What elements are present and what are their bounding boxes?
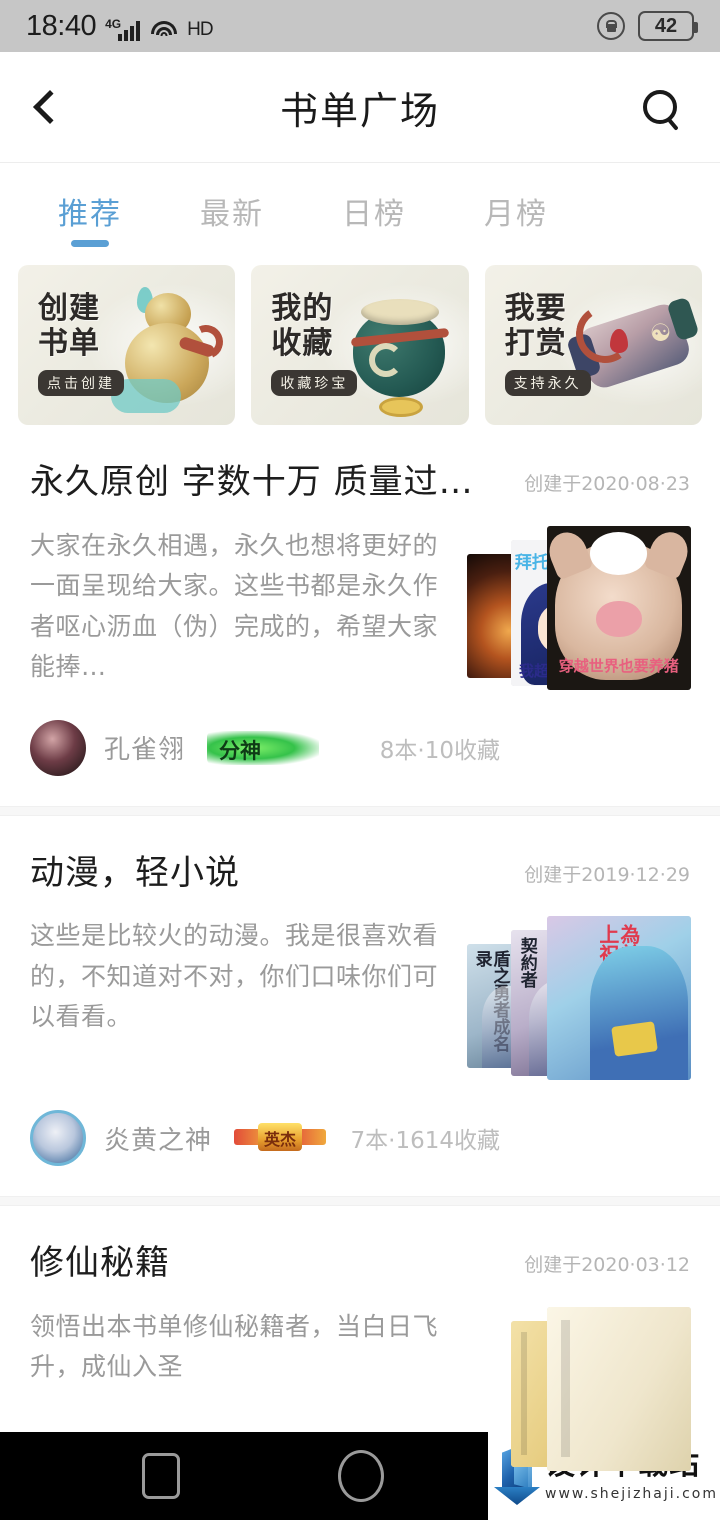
section-divider bbox=[0, 1196, 720, 1206]
app-header: 书单广场 bbox=[0, 52, 720, 162]
booklist-row[interactable]: 永久原创 字数十万 质量过… 创建于2020·08·23 大家在永久相遇，永久也… bbox=[0, 425, 720, 806]
thumbnail-caption-top: 拜托 bbox=[514, 553, 549, 574]
thumbnail-caption-bottom: 我超 bbox=[519, 662, 550, 681]
tab-bar: 推荐 最新 日榜 月榜 bbox=[0, 163, 720, 251]
booklist-row[interactable]: 动漫，轻小说 创建于2019·12·29 这些是比较火的动漫。我是很喜欢看的，不… bbox=[0, 816, 720, 1197]
author-level-badge-label: 英杰 bbox=[264, 1130, 297, 1149]
booklist-thumbnails: 盾之勇者成名录 契約者 為美好的世界獻上祝福！ bbox=[459, 916, 691, 1084]
tab-newest-label: 最新 bbox=[200, 197, 264, 232]
promo-card-reward[interactable]: ☯ 我要 打赏 支持永久 bbox=[484, 265, 702, 425]
tab-monthly-rank-label: 月榜 bbox=[484, 197, 548, 232]
thumbnail-caption: 穿越世界也要养猪 bbox=[558, 657, 679, 676]
author-level-badge: 分神 bbox=[207, 730, 320, 765]
booklist-created-date: 创建于2020·08·23 bbox=[524, 473, 690, 495]
tab-recommend-label: 推荐 bbox=[58, 197, 122, 232]
tab-daily-rank-label: 日榜 bbox=[342, 197, 406, 232]
back-button[interactable] bbox=[30, 77, 90, 137]
promo-card-my-collection[interactable]: 我的 收藏 收藏珍宝 bbox=[251, 265, 469, 425]
author-level-badge: 英杰 bbox=[234, 1121, 327, 1155]
battery-icon: 42 bbox=[638, 11, 698, 41]
status-bar: 18:40 4G HD 42 bbox=[0, 0, 720, 52]
hd-icon: HD bbox=[187, 18, 213, 40]
booklist-description: 这些是比较火的动漫。我是很喜欢看的，不知道对不对，你们口味你们可以看看。 bbox=[30, 921, 439, 1031]
booklist-title: 修仙秘籍 bbox=[30, 1243, 170, 1283]
tab-recommend[interactable]: 推荐 bbox=[58, 189, 122, 251]
tab-newest[interactable]: 最新 bbox=[200, 189, 264, 251]
booklist-author-row: 孔雀翎 分神 8本·10收藏 bbox=[30, 719, 690, 776]
booklist-title: 动漫，轻小说 bbox=[30, 852, 240, 893]
back-chevron-icon bbox=[33, 90, 67, 124]
book-thumbnail bbox=[546, 1306, 691, 1471]
promo-card-line1: 我的 bbox=[271, 291, 334, 326]
avatar[interactable] bbox=[30, 719, 86, 776]
section-divider bbox=[0, 805, 720, 816]
promo-card-line2: 收藏 bbox=[271, 326, 334, 362]
signal-bars-icon bbox=[118, 19, 141, 41]
avatar[interactable] bbox=[30, 1110, 86, 1166]
recents-square-icon[interactable] bbox=[142, 1453, 180, 1499]
book-thumbnail: 為美好的世界獻上祝福！ bbox=[546, 916, 691, 1080]
watermark-url: www.shejizhaji.com bbox=[545, 1486, 719, 1502]
booklist-feed: 永久原创 字数十万 质量过… 创建于2020·08·23 大家在永久相遇，永久也… bbox=[0, 425, 720, 1505]
page-title: 书单广场 bbox=[279, 88, 440, 133]
promo-card-create-booklist[interactable]: 创建 书单 点击创建 bbox=[18, 265, 236, 425]
wifi-icon bbox=[151, 19, 178, 41]
promo-card-row: 创建 书单 点击创建 我的 收藏 收藏珍宝 ☯ 我要 打赏 支持永久 bbox=[0, 251, 720, 425]
book-thumbnail: 穿越世界也要养猪 bbox=[546, 525, 691, 690]
battery-level-label: 42 bbox=[654, 14, 678, 37]
promo-card-subtitle: 收藏珍宝 bbox=[271, 369, 358, 396]
promo-card-line2: 打赏 bbox=[504, 326, 567, 362]
search-icon bbox=[643, 90, 677, 124]
promo-card-subtitle: 点击创建 bbox=[38, 369, 124, 396]
status-bar-right: 42 bbox=[597, 11, 698, 41]
thumbnail-caption: 契約者 bbox=[516, 937, 537, 989]
booklist-description: 大家在永久相遇，永久也想将更好的一面呈现给大家。这些书都是永久作者呕心沥血（伪）… bbox=[30, 530, 439, 682]
promo-card-line1: 创建 bbox=[38, 291, 100, 326]
tab-daily-rank[interactable]: 日榜 bbox=[342, 189, 406, 251]
author-name: 炎黄之神 bbox=[104, 1125, 213, 1156]
promo-card-line2: 书单 bbox=[38, 326, 100, 362]
status-bar-left: 18:40 4G HD bbox=[26, 9, 214, 42]
rotation-lock-icon bbox=[597, 12, 625, 40]
booklist-title: 永久原创 字数十万 质量过… bbox=[30, 462, 474, 502]
promo-card-line1: 我要 bbox=[504, 291, 567, 326]
home-circle-icon[interactable] bbox=[338, 1450, 384, 1502]
booklist-created-date: 创建于2019·12·29 bbox=[524, 863, 690, 886]
network-type-label: 4G bbox=[105, 16, 122, 31]
booklist-created-date: 创建于2020·03·12 bbox=[524, 1254, 690, 1276]
booklist-author-row: 炎黄之神 英杰 7本·1614收藏 bbox=[30, 1110, 690, 1166]
search-button[interactable] bbox=[630, 77, 690, 137]
author-name: 孔雀翎 bbox=[104, 735, 186, 765]
promo-card-subtitle: 支持永久 bbox=[504, 369, 591, 396]
status-time: 18:40 bbox=[26, 9, 97, 42]
tab-monthly-rank[interactable]: 月榜 bbox=[484, 189, 548, 251]
booklist-thumbnails: 拜托 我超 穿越世界也要养猪 bbox=[459, 525, 691, 694]
booklist-stats: 8本·10收藏 bbox=[379, 737, 500, 764]
booklist-stats: 7本·1614收藏 bbox=[350, 1128, 500, 1154]
tab-active-indicator bbox=[71, 240, 109, 247]
author-level-badge-label: 分神 bbox=[219, 737, 262, 763]
